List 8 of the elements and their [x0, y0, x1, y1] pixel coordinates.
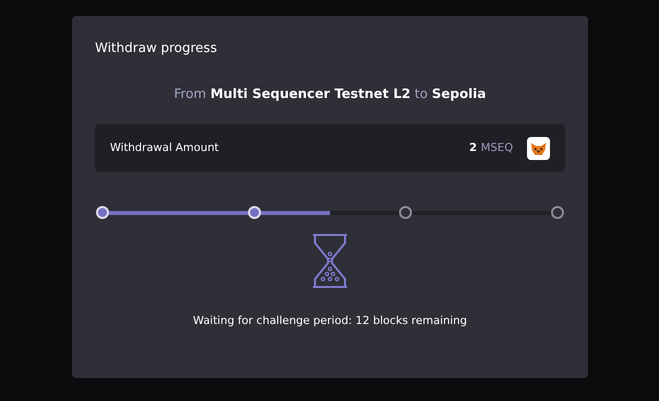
- hourglass-icon: [312, 233, 348, 289]
- card-title: Withdraw progress: [95, 40, 217, 58]
- currency-unit: MSEQ: [480, 140, 513, 156]
- amount-value: 2: [469, 140, 477, 156]
- fox-icon: [527, 136, 550, 160]
- route-text: From Multi Sequencer Testnet L2 to Sepolia: [174, 86, 486, 104]
- status-text: Waiting for challenge period: 12 blocks remaining: [193, 313, 467, 329]
- amount-label: Withdrawal Amount: [110, 140, 219, 156]
